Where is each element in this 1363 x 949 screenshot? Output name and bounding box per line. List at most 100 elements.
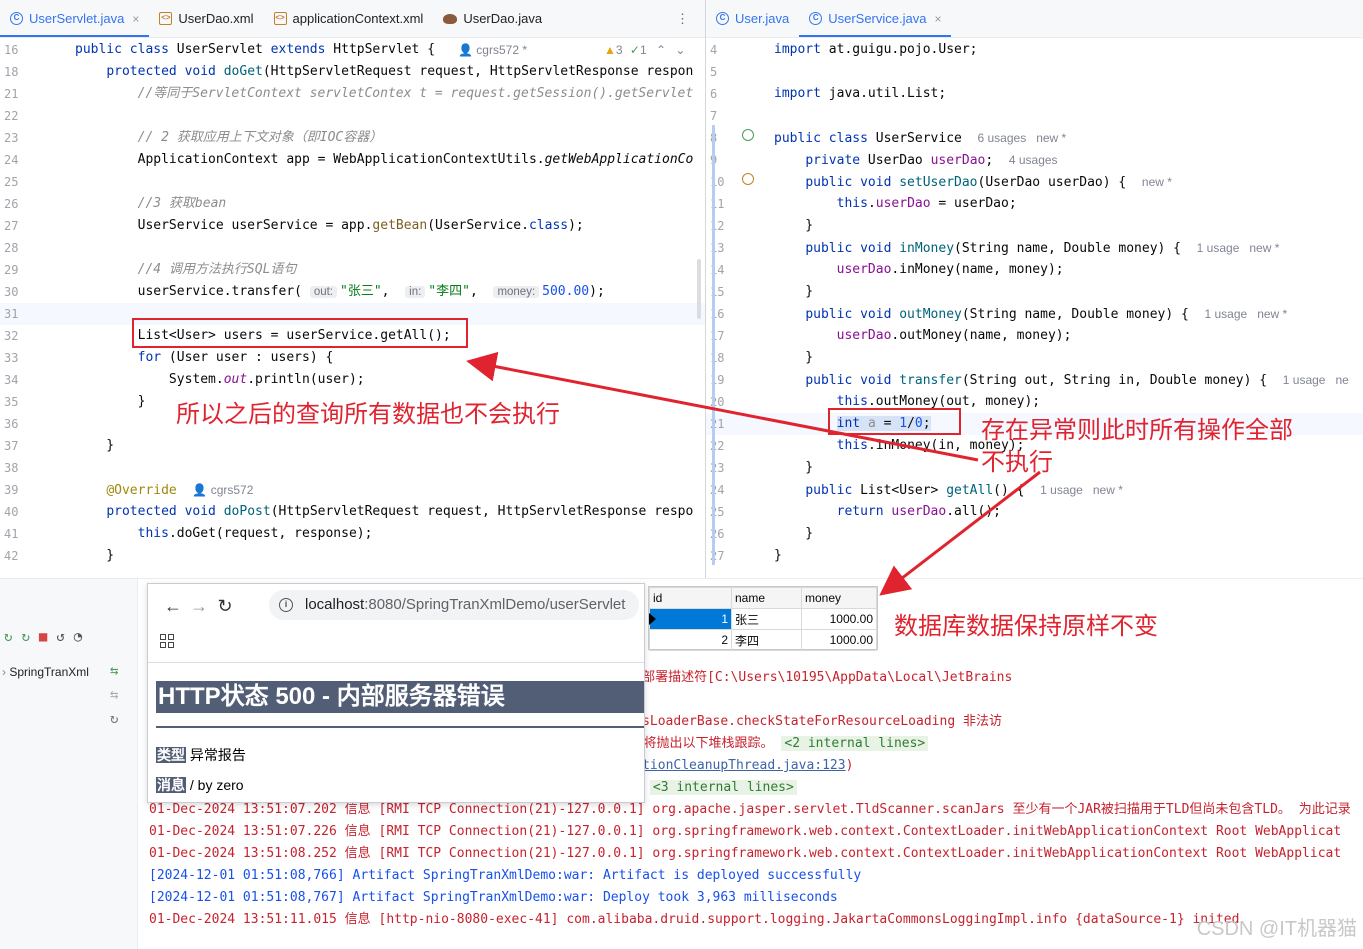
database-result-grid[interactable]: id name money 1 张三 1000.00 2 李四 1000.00	[648, 586, 878, 651]
column-header-name[interactable]: name	[731, 587, 802, 609]
url-host: localhost	[305, 596, 365, 613]
left-editor-tab[interactable]: <> UserDao.xml	[149, 0, 263, 37]
column-header-id[interactable]: id	[649, 587, 732, 609]
table-row[interactable]: 2 李四 1000.00	[649, 629, 877, 651]
error-message: 消息 / by zero	[156, 777, 244, 793]
reload-icon[interactable]: ↻	[212, 596, 238, 617]
code-text: public class UserService 6 usages new *	[774, 131, 1067, 146]
code-line[interactable]: 7	[706, 105, 1363, 127]
code-text: private UserDao userDao; 4 usages	[805, 153, 1058, 168]
inspection-widget[interactable]: ▲3 ✓1 ⌃ ⌄	[604, 43, 685, 57]
code-line[interactable]: 21 //等同于ServletContext servletContex t =…	[0, 83, 705, 105]
code-line[interactable]: 17 userDao.outMoney(name, money);	[706, 325, 1363, 347]
line-number: 30	[4, 285, 19, 299]
left-editor-tab[interactable]: C UserServlet.java ×	[0, 0, 150, 37]
highlight-exception-box	[828, 408, 961, 435]
code-line[interactable]: 30 userService.transfer( out: "张三", in: "李…	[0, 281, 705, 303]
chevron-down-icon[interactable]: ⌄	[675, 43, 685, 57]
line-number: 27	[4, 219, 19, 233]
tab-label: UserService.java	[828, 11, 927, 26]
code-line[interactable]: 8public class UserService 6 usages new *	[706, 127, 1363, 149]
code-text: import java.util.List;	[774, 86, 947, 101]
code-line[interactable]: 12 }	[706, 215, 1363, 237]
right-editor-tab[interactable]: C User.java	[706, 0, 799, 37]
code-line[interactable]: 4 import at.guigu.pojo.User;	[706, 39, 1363, 61]
console-line: [2024-12-01 01:51:08,767] Artifact Sprin…	[149, 890, 838, 905]
line-number: 34	[4, 373, 19, 387]
code-line[interactable]: 23 // 2 获取应用上下文对象（即IOC容器）	[0, 127, 705, 149]
browser-window: ← → ↻ i localhost:8080/SpringTranXmlDemo…	[147, 583, 645, 803]
code-line[interactable]: 18 }	[706, 347, 1363, 369]
line-number: 28	[4, 241, 19, 255]
address-bar[interactable]: i localhost:8080/SpringTranXmlDemo/userS…	[269, 590, 639, 620]
code-text: userService.transfer( out: "张三", in: "李四",…	[75, 284, 605, 299]
code-line[interactable]: 26 }	[706, 523, 1363, 545]
code-line[interactable]: 5	[706, 61, 1363, 83]
code-text: for (User user : users) {	[137, 350, 334, 365]
code-line[interactable]: 22	[0, 105, 705, 127]
error-type: 类型 异常报告	[156, 747, 246, 763]
code-line[interactable]: 14 userDao.inMoney(name, money);	[706, 259, 1363, 281]
code-line[interactable]: 40 protected void doPost(HttpServletRequ…	[0, 501, 705, 523]
code-text: public void inMoney(String name, Double …	[805, 241, 1280, 256]
error-page: HTTP状态 500 - 内部服务器错误 类型 异常报告 消息 / by zer…	[148, 662, 644, 802]
code-line[interactable]: 16 public void outMoney(String name, Dou…	[706, 303, 1363, 325]
right-tab-bar: C User.java C UserService.java ×	[706, 0, 1363, 38]
table-row[interactable]: 1 张三 1000.00	[649, 608, 877, 630]
more-tabs-icon[interactable]: ⋮	[676, 11, 689, 27]
right-editor-tab[interactable]: C UserService.java ×	[799, 0, 952, 37]
code-line[interactable]: 15 }	[706, 281, 1363, 303]
forward-icon[interactable]: →	[186, 596, 212, 617]
bean-icon[interactable]	[742, 129, 754, 141]
line-number: 31	[4, 307, 19, 321]
bean-method-icon[interactable]	[742, 173, 754, 185]
code-line[interactable]: 27}	[706, 545, 1363, 567]
code-line[interactable]: 38	[0, 457, 705, 479]
column-header-money[interactable]: money	[801, 587, 877, 609]
url-path: :8080/SpringTranXmlDemo/userServlet	[364, 596, 626, 613]
left-code-editor[interactable]: 16 public class UserServlet extends HttpS…	[0, 39, 705, 577]
code-line[interactable]: 19 public void transfer(String out, Stri…	[706, 369, 1363, 391]
code-line[interactable]: 27 UserService userService = app.getBean…	[0, 215, 705, 237]
code-line[interactable]: 24 ApplicationContext app = WebApplicati…	[0, 149, 705, 171]
apps-icon[interactable]	[160, 634, 174, 648]
code-line[interactable]: 24 public List<User> getAll() { 1 usage …	[706, 479, 1363, 501]
code-line[interactable]: 29 //4 调用方法执行SQL语句	[0, 259, 705, 281]
tab-label: UserDao.xml	[178, 11, 254, 26]
code-line[interactable]: 34 System.out.println(user);	[0, 369, 705, 391]
code-text: // 2 获取应用上下文对象（即IOC容器）	[137, 130, 383, 145]
left-editor-tab[interactable]: <> applicationContext.xml	[264, 0, 434, 37]
code-line[interactable]: 25 return userDao.all();	[706, 501, 1363, 523]
code-line[interactable]: 33 for (User user : users) {	[0, 347, 705, 369]
code-line[interactable]: 42 }	[0, 545, 705, 567]
left-editor-tab[interactable]: UserDao.java	[433, 0, 552, 37]
code-line[interactable]: 11 this.userDao = userDao;	[706, 193, 1363, 215]
info-icon[interactable]: i	[279, 598, 293, 612]
chevron-up-icon[interactable]: ⌃	[656, 43, 666, 57]
code-line[interactable]: 41 this.doGet(request, response);	[0, 523, 705, 545]
code-line[interactable]: 6 import java.util.List;	[706, 83, 1363, 105]
right-code-editor[interactable]: 4 import at.guigu.pojo.User; 5 6 import java…	[706, 39, 1363, 577]
change-marker-bar	[712, 125, 715, 565]
code-line[interactable]: 28	[0, 237, 705, 259]
close-icon[interactable]: ×	[934, 12, 941, 26]
code-line[interactable]: 16 public class UserServlet extends HttpS…	[0, 39, 705, 61]
scrollbar[interactable]	[697, 259, 701, 319]
code-line[interactable]: 18 protected void doGet(HttpServletReque…	[0, 61, 705, 83]
code-line[interactable]: 9 private UserDao userDao; 4 usages	[706, 149, 1363, 171]
code-line[interactable]: 13 public void inMoney(String name, Doub…	[706, 237, 1363, 259]
class-file-icon: C	[716, 12, 729, 25]
left-tab-bar: C UserServlet.java × <> UserDao.xml <> applica…	[0, 0, 705, 38]
tab-label: UserServlet.java	[29, 11, 125, 26]
line-number: 38	[4, 461, 19, 475]
code-line[interactable]: 25	[0, 171, 705, 193]
code-line[interactable]: 10 public void setUserDao(UserDao userDa…	[706, 171, 1363, 193]
code-line[interactable]: 37 }	[0, 435, 705, 457]
code-line[interactable]: 26 //3 获取bean	[0, 193, 705, 215]
line-number: 33	[4, 351, 19, 365]
line-number: 41	[4, 527, 19, 541]
code-line[interactable]: 39 @Override 👤 cgrs572	[0, 479, 705, 501]
xml-file-icon: <>	[159, 12, 173, 25]
back-icon[interactable]: ←	[160, 596, 186, 617]
close-icon[interactable]: ×	[132, 12, 139, 26]
